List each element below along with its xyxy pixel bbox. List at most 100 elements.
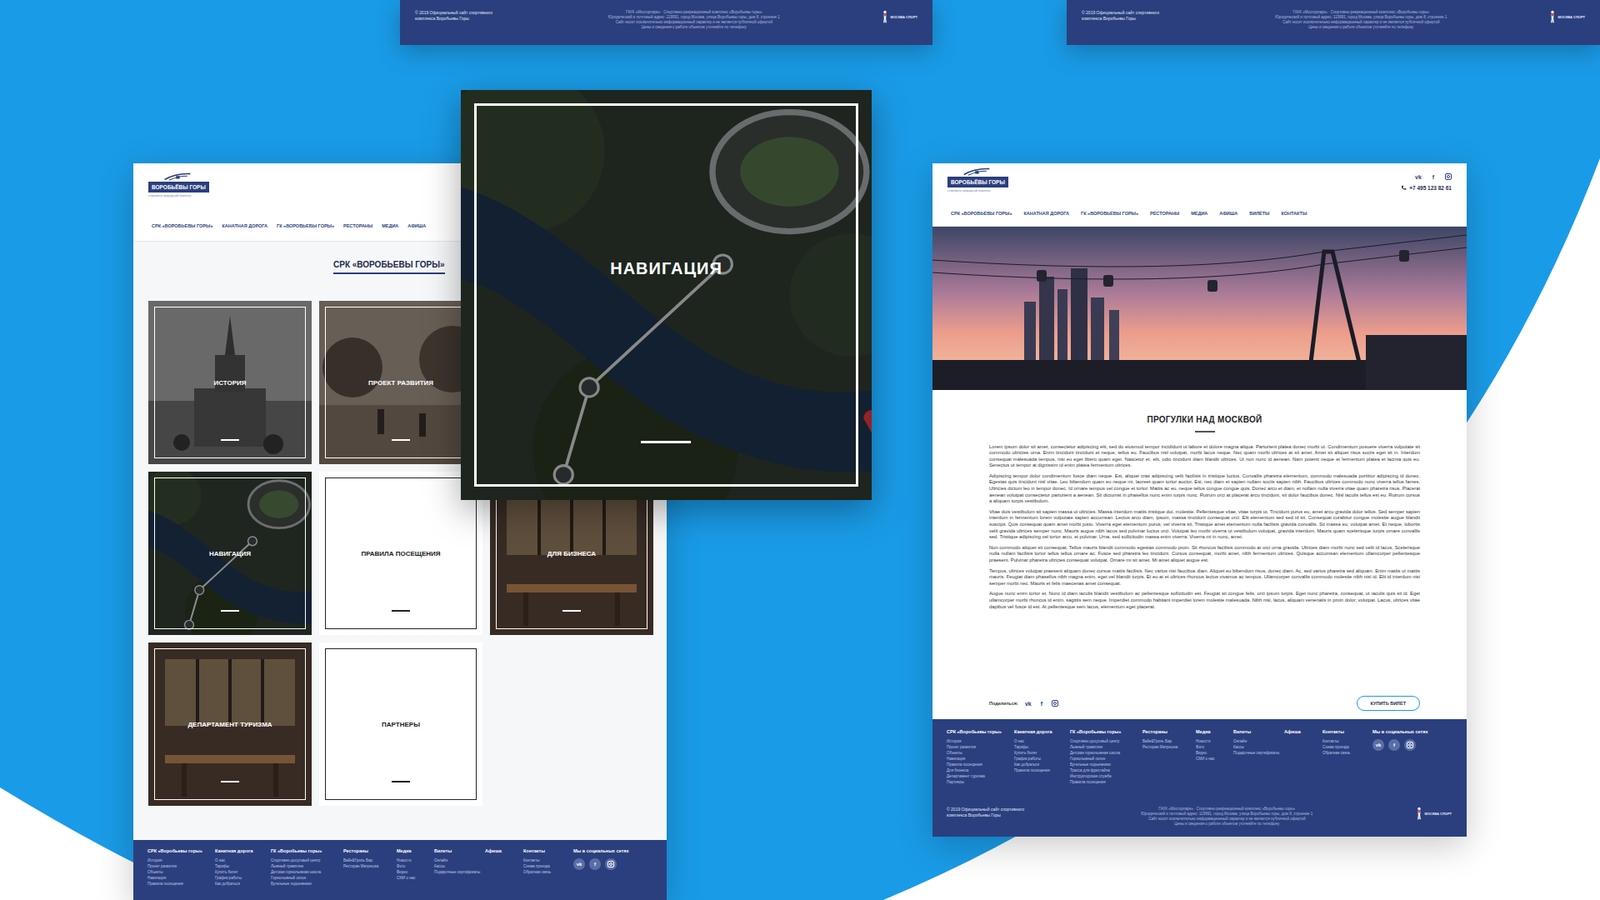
footer-title[interactable]: Рестораны: [1142, 729, 1193, 735]
share-icon[interactable]: [1051, 700, 1059, 707]
footer-link[interactable]: Объекты: [946, 750, 1011, 756]
brand-logo[interactable]: ВОРОБЬЁВЫ ГОРЫспортивно-природный компле…: [148, 171, 215, 215]
footer-link[interactable]: Партнеры: [946, 780, 1011, 785]
social-icon[interactable]: f: [1388, 739, 1400, 751]
footer-link[interactable]: Онлайн: [434, 858, 482, 864]
footer-link[interactable]: Департамент туризма: [946, 774, 1011, 780]
footer-link[interactable]: Новости: [396, 858, 431, 864]
footer-link[interactable]: СМИ о нас: [1195, 756, 1230, 762]
social-icon[interactable]: vk: [573, 858, 585, 870]
social-icon[interactable]: vk: [1415, 173, 1422, 180]
social-icon[interactable]: [1445, 173, 1452, 180]
footer-link[interactable]: О нас: [1014, 739, 1067, 745]
phone-number[interactable]: +7 495 123 82 61: [1400, 185, 1452, 191]
nav-item[interactable]: СРК «ВОРОБЬЕВЫ ГОРЫ»: [151, 223, 213, 229]
brand-logo[interactable]: ВОРОБЬЁВЫ ГОРЫспортивно-природный компле…: [947, 166, 1015, 205]
section-tile[interactable]: ПРАВИЛА ПОСЕЩЕНИЯ: [319, 471, 483, 635]
nav-item[interactable]: АФИША: [407, 223, 426, 229]
footer-title[interactable]: ГК «Воробьевы горы»: [1070, 729, 1140, 735]
nav-item[interactable]: РЕСТОРАНЫ: [1150, 210, 1180, 216]
footer-link[interactable]: Инструкторская служба: [1070, 774, 1140, 780]
footer-link[interactable]: Навигация: [946, 756, 1011, 762]
footer-title[interactable]: Билеты: [1233, 729, 1281, 735]
footer-title[interactable]: Медиа: [1195, 729, 1230, 735]
social-icon[interactable]: [1404, 739, 1416, 751]
footer-link[interactable]: Фото: [396, 864, 431, 870]
footer-link[interactable]: Спортивно-досуговый центр: [1070, 739, 1140, 745]
footer-link[interactable]: СМИ о нас: [396, 875, 431, 881]
footer-link[interactable]: Объекты: [147, 870, 212, 875]
footer-link[interactable]: Как добраться: [215, 881, 268, 887]
footer-title[interactable]: Канатная дорога: [1014, 729, 1067, 735]
section-tile[interactable]: НАВИГАЦИЯ: [148, 471, 312, 635]
social-icon[interactable]: f: [589, 858, 601, 870]
section-tile[interactable]: ИСТОРИЯ: [148, 300, 312, 465]
footer-link[interactable]: Контакты: [1322, 739, 1370, 745]
partner-logo[interactable]: МОСКВА СПОРТ: [1415, 806, 1452, 820]
footer-title[interactable]: Афиша: [485, 848, 520, 854]
footer-link[interactable]: Бугельные подъемники: [270, 881, 340, 887]
footer-link[interactable]: История: [946, 739, 1011, 745]
footer-link[interactable]: Как добраться: [1014, 762, 1067, 768]
nav-item[interactable]: ГК «ВОРОБЬЕВЫ ГОРЫ»: [276, 223, 335, 229]
footer-link[interactable]: Детская горнолыжная школа: [1070, 750, 1140, 756]
footer-title[interactable]: Канатная дорога: [215, 848, 268, 854]
footer-link[interactable]: Трасса для фристайла: [1070, 768, 1140, 774]
footer-link[interactable]: Подарочные сертификаты: [1233, 750, 1281, 756]
footer-link[interactable]: Горнолыжный склон: [1070, 756, 1140, 762]
footer-title[interactable]: Билеты: [434, 848, 482, 854]
footer-link[interactable]: Онлайн: [1233, 739, 1281, 745]
footer-link[interactable]: Схема проезда: [1322, 745, 1370, 750]
footer-title[interactable]: Медиа: [396, 848, 431, 854]
footer-link[interactable]: Обратная связь: [523, 870, 570, 875]
footer-title[interactable]: Контакты: [523, 848, 570, 854]
nav-item[interactable]: МЕДИА: [1190, 210, 1208, 216]
footer-link[interactable]: Детская горнолыжная школа: [270, 870, 340, 875]
footer-link[interactable]: График работы: [1014, 756, 1067, 762]
footer-link[interactable]: Лыжный трамплин: [270, 864, 340, 870]
footer-link[interactable]: Тарифы: [215, 864, 268, 870]
nav-item[interactable]: ГК «ВОРОБЬЕВЫ ГОРЫ»: [1080, 210, 1139, 216]
footer-title[interactable]: Рестораны: [343, 848, 394, 854]
footer-link[interactable]: Спортивно-досуговый центр: [270, 858, 340, 864]
footer-link[interactable]: История: [147, 858, 212, 864]
nav-item[interactable]: БИЛЕТЫ: [1249, 210, 1270, 216]
footer-link[interactable]: Контакты: [523, 858, 570, 864]
footer-link[interactable]: Видео: [1195, 750, 1230, 756]
footer-link[interactable]: Правила посещения: [946, 762, 1011, 768]
footer-link[interactable]: Ресторан Матрешка: [343, 864, 394, 870]
footer-title[interactable]: СРК «Воробьевы горы»: [946, 729, 1011, 735]
footer-link[interactable]: Лыжный трамплин: [1070, 745, 1140, 750]
footer-link[interactable]: Правила посещения: [1070, 780, 1140, 785]
footer-link[interactable]: Правила посещения: [147, 881, 212, 887]
footer-link[interactable]: Фото: [1195, 745, 1230, 750]
social-icon[interactable]: vk: [1372, 739, 1385, 751]
footer-link[interactable]: Обратная связь: [1322, 750, 1370, 756]
nav-item[interactable]: КАНАТНАЯ ДОРОГА: [221, 223, 268, 229]
footer-title[interactable]: Контакты: [1322, 729, 1370, 735]
share-icon[interactable]: vk: [1025, 700, 1032, 707]
footer-link[interactable]: О нас: [215, 858, 268, 864]
footer-title[interactable]: ГК «Воробьевы горы»: [270, 848, 340, 854]
footer-link[interactable]: Схема проезда: [523, 864, 570, 870]
footer-link[interactable]: Кассы: [1233, 745, 1281, 750]
social-icon[interactable]: [605, 858, 617, 870]
footer-link[interactable]: Вайн&Гриль Бар: [343, 858, 394, 864]
footer-link[interactable]: График работы: [215, 875, 268, 881]
section-tile[interactable]: ПРОЕКТ РАЗВИТИЯ: [319, 300, 483, 465]
nav-item[interactable]: КОНТАКТЫ: [1280, 210, 1307, 216]
partner-logo[interactable]: МОСКВА СПОРТ: [1549, 10, 1585, 24]
footer-link[interactable]: Новости: [1195, 739, 1230, 745]
footer-link[interactable]: Подарочные сертификаты: [434, 870, 482, 875]
footer-link[interactable]: Проект развития: [946, 745, 1011, 750]
footer-link[interactable]: Навигация: [147, 875, 212, 881]
footer-link[interactable]: Вайн&Гриль Бар: [1142, 739, 1193, 745]
footer-link[interactable]: Ресторан Матрешка: [1142, 745, 1193, 750]
footer-link[interactable]: Купить билет: [215, 870, 268, 875]
footer-link[interactable]: Бугельные подъемники: [1070, 762, 1140, 768]
footer-link[interactable]: Горнолыжный склон: [270, 875, 340, 881]
section-tile[interactable]: ДЕПАРТАМЕНТ ТУРИЗМА: [148, 642, 312, 806]
section-tile[interactable]: ПАРТНЕРЫ: [319, 642, 483, 806]
footer-title[interactable]: Афиша: [1284, 729, 1320, 735]
footer-link[interactable]: Для бизнеса: [946, 768, 1011, 774]
